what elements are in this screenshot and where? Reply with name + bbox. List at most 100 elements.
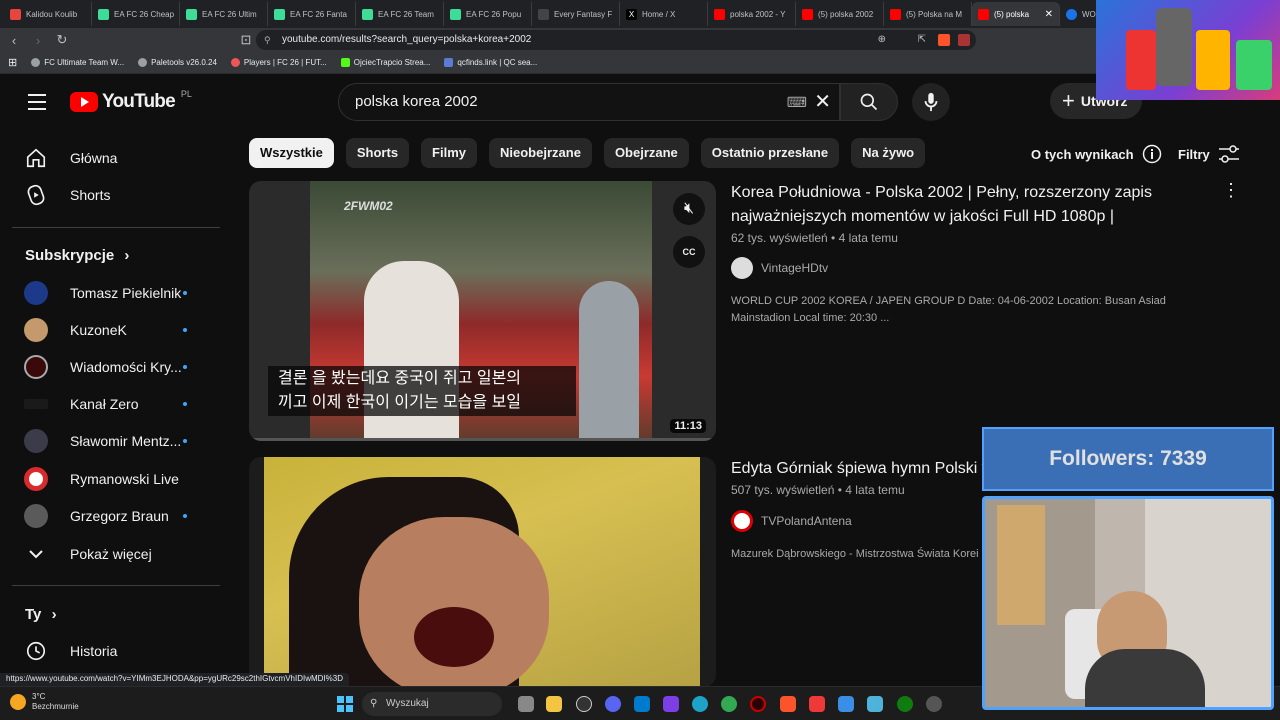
new-content-dot bbox=[183, 365, 187, 369]
sidebar-subscription[interactable]: Sławomir Mentz... bbox=[0, 423, 220, 459]
voice-search-button[interactable] bbox=[912, 83, 950, 121]
youtube-favicon-icon bbox=[714, 8, 725, 20]
xbox-icon[interactable] bbox=[897, 696, 913, 712]
back-icon[interactable]: ‹ bbox=[4, 33, 24, 48]
sidebar-subscription[interactable]: KuzoneK bbox=[0, 312, 220, 348]
filters-button[interactable]: Filtry bbox=[1178, 144, 1240, 164]
chip-live[interactable]: Na żywo bbox=[851, 138, 926, 168]
youtube-favicon-icon bbox=[978, 8, 989, 20]
vivaldi-icon[interactable] bbox=[809, 696, 825, 712]
close-tab-icon[interactable]: ✕ bbox=[1045, 9, 1053, 20]
browser-tab[interactable]: EA FC 26 Cheap bbox=[92, 2, 180, 26]
vscode-icon[interactable] bbox=[634, 696, 650, 712]
brave-rewards-icon[interactable] bbox=[958, 34, 970, 46]
chip-watched[interactable]: Obejrzane bbox=[603, 138, 689, 168]
more-actions-icon[interactable]: ⋮ bbox=[1222, 180, 1240, 201]
sidebar-item-history[interactable]: Historia bbox=[0, 633, 220, 669]
chip-videos[interactable]: Filmy bbox=[421, 138, 478, 168]
video-description: Mazurek Dąbrowskiego - Mistrzostwa Świat… bbox=[731, 548, 979, 560]
browser-tab[interactable]: EA FC 26 Ultim bbox=[180, 2, 268, 26]
mute-icon[interactable]: 🔇︎ bbox=[673, 193, 705, 225]
keyboard-icon[interactable]: ⌨ bbox=[787, 84, 807, 120]
sidebar-subscription[interactable]: Grzegorz Braun bbox=[0, 498, 220, 534]
chip-unwatched[interactable]: Nieobejrzane bbox=[489, 138, 592, 168]
url-field[interactable]: ⚲ youtube.com/results?search_query=polsk… bbox=[256, 30, 976, 50]
reload-icon[interactable]: ↻ bbox=[52, 32, 72, 48]
sidebar-show-more[interactable]: Pokaż więcej bbox=[0, 536, 220, 572]
sidebar-item-shorts[interactable]: Shorts bbox=[0, 177, 220, 213]
weather-widget[interactable]: 3°C Bezchmurnie bbox=[10, 692, 79, 712]
bookmark-item[interactable]: FC Ultimate Team W... bbox=[31, 58, 124, 67]
bookmark-item[interactable]: OjciecTrapcio Strea... bbox=[340, 58, 430, 67]
sidebar-subscription[interactable]: Wiadomości Kry... bbox=[0, 349, 220, 385]
windows-start-icon[interactable] bbox=[337, 696, 353, 712]
browser-tab[interactable]: Kalidou Koulib bbox=[4, 2, 92, 26]
youtube-logo[interactable]: YouTube PL bbox=[70, 89, 192, 113]
video-title[interactable]: Korea Południowa - Polska 2002 | Pełny, … bbox=[731, 181, 1201, 229]
sidebar: Główna Shorts Subskrypcje › Tomasz Pieki… bbox=[0, 130, 220, 685]
video-thumbnail[interactable] bbox=[249, 457, 716, 687]
video-meta: 62 tys. wyświetleń • 4 lata temu bbox=[731, 231, 898, 245]
captions-icon[interactable]: CC bbox=[673, 236, 705, 268]
channel-link[interactable]: VintageHDtv bbox=[731, 257, 828, 279]
app-icon[interactable] bbox=[867, 696, 883, 712]
thumbnail-watermark: 2FWM02 bbox=[344, 199, 393, 213]
browser-tab[interactable]: EA FC 26 Popu bbox=[444, 2, 532, 26]
microphone-icon bbox=[924, 92, 938, 112]
home-icon bbox=[24, 146, 48, 170]
brave-shield-icon[interactable] bbox=[938, 34, 950, 46]
channel-link[interactable]: TVPolandAntena bbox=[731, 510, 852, 532]
clear-search-icon[interactable]: ✕ bbox=[814, 84, 831, 120]
sidebar-divider bbox=[12, 227, 220, 228]
search-input[interactable]: polska korea 2002 ⌨ ✕ bbox=[338, 83, 840, 121]
sidebar-item-home[interactable]: Główna bbox=[0, 140, 220, 176]
share-icon[interactable]: ⇱ bbox=[918, 30, 926, 50]
file-explorer-icon[interactable] bbox=[546, 696, 562, 712]
site-info-icon[interactable]: ⚲ bbox=[264, 30, 271, 50]
zoom-icon[interactable]: ⊕ bbox=[878, 30, 886, 50]
task-view-icon[interactable] bbox=[518, 696, 534, 712]
forward-icon[interactable]: › bbox=[28, 33, 48, 48]
you-heading[interactable]: Ty › bbox=[25, 606, 57, 623]
sidebar-subscription[interactable]: Rymanowski Live bbox=[0, 461, 220, 497]
bookmark-icon[interactable]: ⊡ bbox=[236, 32, 256, 48]
sidebar-divider bbox=[12, 585, 220, 586]
new-content-dot bbox=[183, 291, 187, 295]
obs-icon[interactable] bbox=[576, 696, 592, 712]
search-button[interactable] bbox=[840, 83, 898, 121]
app-icon[interactable] bbox=[663, 696, 679, 712]
chip-all[interactable]: Wszystkie bbox=[249, 138, 334, 168]
taskbar-search[interactable]: ⚲ Wyszukaj bbox=[362, 692, 502, 716]
app-icon[interactable] bbox=[838, 696, 854, 712]
sidebar-subscription[interactable]: Kanał Zero bbox=[0, 386, 220, 422]
bookmark-item[interactable]: Players | FC 26 | FUT... bbox=[230, 58, 327, 67]
edge-icon[interactable] bbox=[692, 696, 708, 712]
browser-tab[interactable]: EA FC 26 Fanta bbox=[268, 2, 356, 26]
browser-tab[interactable]: EA FC 26 Team bbox=[356, 2, 444, 26]
subscriptions-heading[interactable]: Subskrypcje › bbox=[25, 247, 129, 264]
chip-recently-uploaded[interactable]: Ostatnio przesłane bbox=[700, 138, 840, 168]
discord-icon[interactable] bbox=[605, 696, 621, 712]
apps-grid-icon[interactable]: ⊞ bbox=[8, 56, 17, 69]
video-thumbnail[interactable]: 2FWM02 결론 을 봤는데요 중국이 쥐고 일본의 끼고 이제 한국이 이기… bbox=[249, 181, 716, 441]
sidebar-subscription[interactable]: Tomasz Piekielnik bbox=[0, 275, 220, 311]
chevron-down-icon bbox=[24, 542, 48, 566]
steam-icon[interactable] bbox=[926, 696, 942, 712]
preview-progress-bar bbox=[249, 438, 716, 441]
about-results-button[interactable]: O tych wynikach bbox=[1031, 144, 1162, 164]
browser-tab[interactable]: (5) Polska na M bbox=[884, 2, 972, 26]
browser-tab[interactable]: X Home / X bbox=[620, 2, 708, 26]
browser-tab[interactable]: (5) polska 2002 bbox=[796, 2, 884, 26]
browser-tab[interactable]: polska 2002 - Y bbox=[708, 2, 796, 26]
chip-shorts[interactable]: Shorts bbox=[345, 138, 410, 168]
browser-tab-active[interactable]: (5) polska ✕ bbox=[972, 2, 1060, 26]
brave-icon[interactable] bbox=[780, 696, 796, 712]
chrome-icon[interactable] bbox=[721, 696, 737, 712]
menu-icon[interactable] bbox=[28, 94, 46, 115]
opera-icon[interactable] bbox=[750, 696, 766, 712]
bookmark-item[interactable]: qcfinds.link | QC sea... bbox=[444, 58, 537, 67]
plus-icon: + bbox=[1062, 88, 1075, 113]
search-icon: ⚲ bbox=[370, 698, 378, 709]
bookmark-item[interactable]: Paletools v26.0.24 bbox=[138, 58, 217, 67]
browser-tab[interactable]: Every Fantasy F bbox=[532, 2, 620, 26]
